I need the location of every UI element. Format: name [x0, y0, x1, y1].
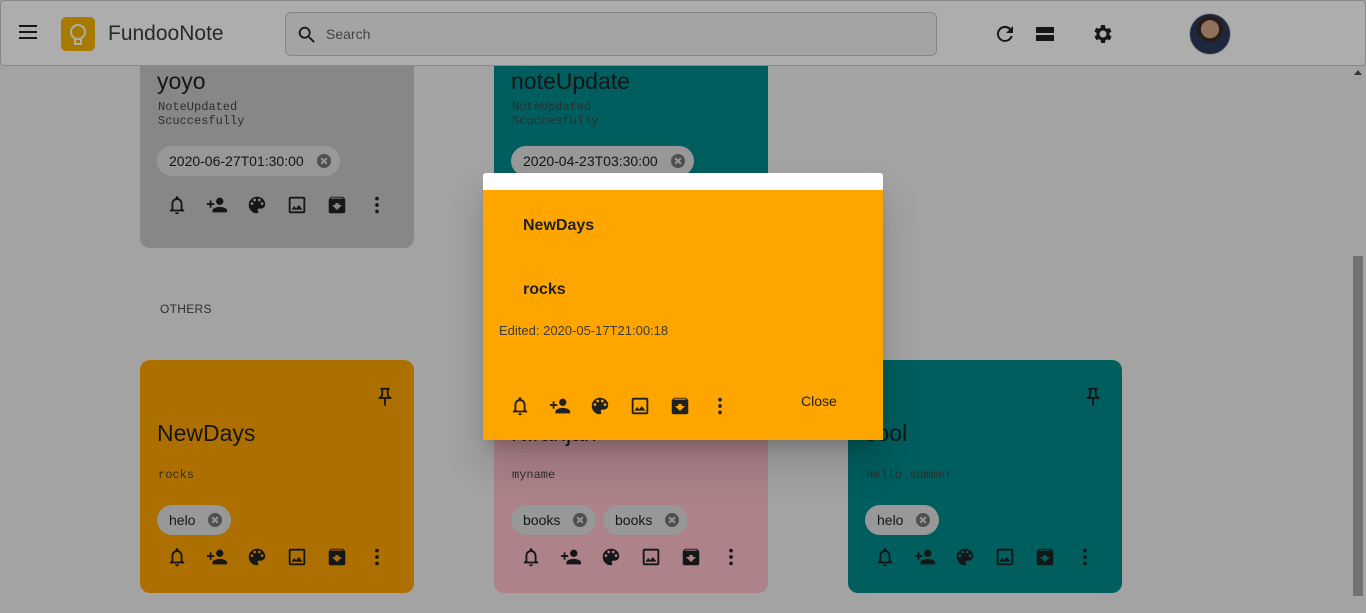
dialog-title-input[interactable]: [523, 217, 843, 235]
scrollbar[interactable]: [1350, 66, 1366, 613]
archive-icon[interactable]: [680, 546, 702, 568]
dialog-body-input[interactable]: [523, 281, 843, 299]
note-card[interactable]: yoyo NoteUpdated Scuccesfully 2020-06-27…: [140, 66, 414, 248]
palette-icon[interactable]: [246, 546, 268, 568]
more-vert-icon[interactable]: [366, 194, 388, 216]
more-vert-icon[interactable]: [720, 546, 742, 568]
search-bar[interactable]: [285, 12, 937, 56]
note-toolbar: [874, 546, 1104, 570]
bell-icon[interactable]: [509, 395, 531, 417]
note-body: NoteUpdated Scuccesfully: [158, 100, 245, 128]
archive-icon[interactable]: [326, 194, 348, 216]
remove-label-icon[interactable]: [916, 513, 931, 527]
note-title: NewDays: [157, 420, 256, 446]
gear-icon[interactable]: [1090, 22, 1114, 46]
label-chip-text: books: [523, 512, 561, 528]
remove-label-icon[interactable]: [573, 513, 588, 527]
image-icon[interactable]: [994, 546, 1016, 568]
note-toolbar: [166, 194, 396, 218]
archive-icon[interactable]: [1034, 546, 1056, 568]
image-icon[interactable]: [629, 395, 651, 417]
remove-label-icon[interactable]: [316, 154, 331, 168]
menu-icon[interactable]: [15, 21, 41, 47]
note-card[interactable]: NewDays rocks helo: [140, 360, 414, 593]
label-chip[interactable]: helo: [157, 505, 232, 535]
image-icon[interactable]: [640, 546, 662, 568]
add-person-icon[interactable]: [914, 546, 936, 568]
edit-note-dialog: Edited: 2020-05-17T21:00:18 Close: [483, 173, 883, 440]
pin-icon[interactable]: [374, 386, 396, 408]
note-title: noteUpdate: [511, 68, 630, 94]
palette-icon[interactable]: [600, 546, 622, 568]
search-icon[interactable]: [296, 24, 318, 46]
label-chip[interactable]: books: [603, 505, 689, 535]
scroll-thumb[interactable]: [1353, 256, 1363, 596]
add-person-icon[interactable]: [206, 546, 228, 568]
label-chip[interactable]: helo: [865, 505, 940, 535]
app-header: FundooNote: [0, 0, 1366, 66]
remove-label-icon[interactable]: [665, 513, 680, 527]
palette-icon[interactable]: [589, 395, 611, 417]
pin-icon[interactable]: [1082, 386, 1104, 408]
palette-icon[interactable]: [954, 546, 976, 568]
more-vert-icon[interactable]: [366, 546, 388, 568]
palette-icon[interactable]: [246, 194, 268, 216]
remove-label-icon[interactable]: [670, 154, 685, 168]
label-chip-text: books: [615, 512, 653, 528]
section-label-others: OTHERS: [160, 302, 212, 316]
more-vert-icon[interactable]: [709, 395, 731, 417]
label-chip-text: 2020-04-23T03:30:00: [523, 153, 658, 169]
label-chip[interactable]: 2020-04-23T03:30:00: [511, 146, 694, 176]
bell-icon[interactable]: [166, 546, 188, 568]
bell-icon[interactable]: [874, 546, 896, 568]
note-toolbar: [520, 546, 750, 570]
bell-icon[interactable]: [520, 546, 542, 568]
label-chip[interactable]: books: [511, 505, 597, 535]
add-person-icon[interactable]: [549, 395, 571, 417]
label-chip-text: helo: [877, 512, 904, 528]
note-title: yoyo: [157, 68, 206, 94]
search-input[interactable]: [326, 21, 906, 47]
bell-icon[interactable]: [166, 194, 188, 216]
image-icon[interactable]: [286, 194, 308, 216]
note-body: Hello summer: [866, 468, 953, 482]
label-chip-text: helo: [169, 512, 196, 528]
note-card[interactable]: cool Hello summer helo: [848, 360, 1122, 593]
add-person-icon[interactable]: [560, 546, 582, 568]
note-body: rocks: [158, 468, 195, 482]
app-title: FundooNote: [108, 22, 224, 45]
label-chip[interactable]: 2020-06-27T01:30:00: [157, 146, 340, 176]
edited-timestamp: Edited: 2020-05-17T21:00:18: [499, 323, 669, 338]
avatar[interactable]: [1189, 13, 1231, 55]
label-chip-text: 2020-06-27T01:30:00: [169, 153, 304, 169]
more-vert-icon[interactable]: [1074, 546, 1096, 568]
note-toolbar: [166, 546, 396, 570]
note-card[interactable]: noteUpdate NoteUpdated Scuccesfully 2020…: [494, 66, 768, 186]
close-button[interactable]: Close: [801, 393, 837, 409]
note-body: myname: [512, 468, 556, 482]
dialog-toolbar: [509, 395, 739, 419]
remove-label-icon[interactable]: [208, 513, 223, 527]
image-icon[interactable]: [286, 546, 308, 568]
add-person-icon[interactable]: [206, 194, 228, 216]
note-body: NoteUpdated Scuccesfully: [512, 100, 599, 128]
dialog-content: Edited: 2020-05-17T21:00:18 Close: [483, 190, 883, 440]
archive-icon[interactable]: [669, 395, 691, 417]
scroll-up-icon[interactable]: [1354, 70, 1362, 75]
bulb-icon: [61, 17, 95, 51]
archive-icon[interactable]: [326, 546, 348, 568]
refresh-icon[interactable]: [993, 22, 1017, 46]
list-view-icon[interactable]: [1033, 22, 1057, 46]
